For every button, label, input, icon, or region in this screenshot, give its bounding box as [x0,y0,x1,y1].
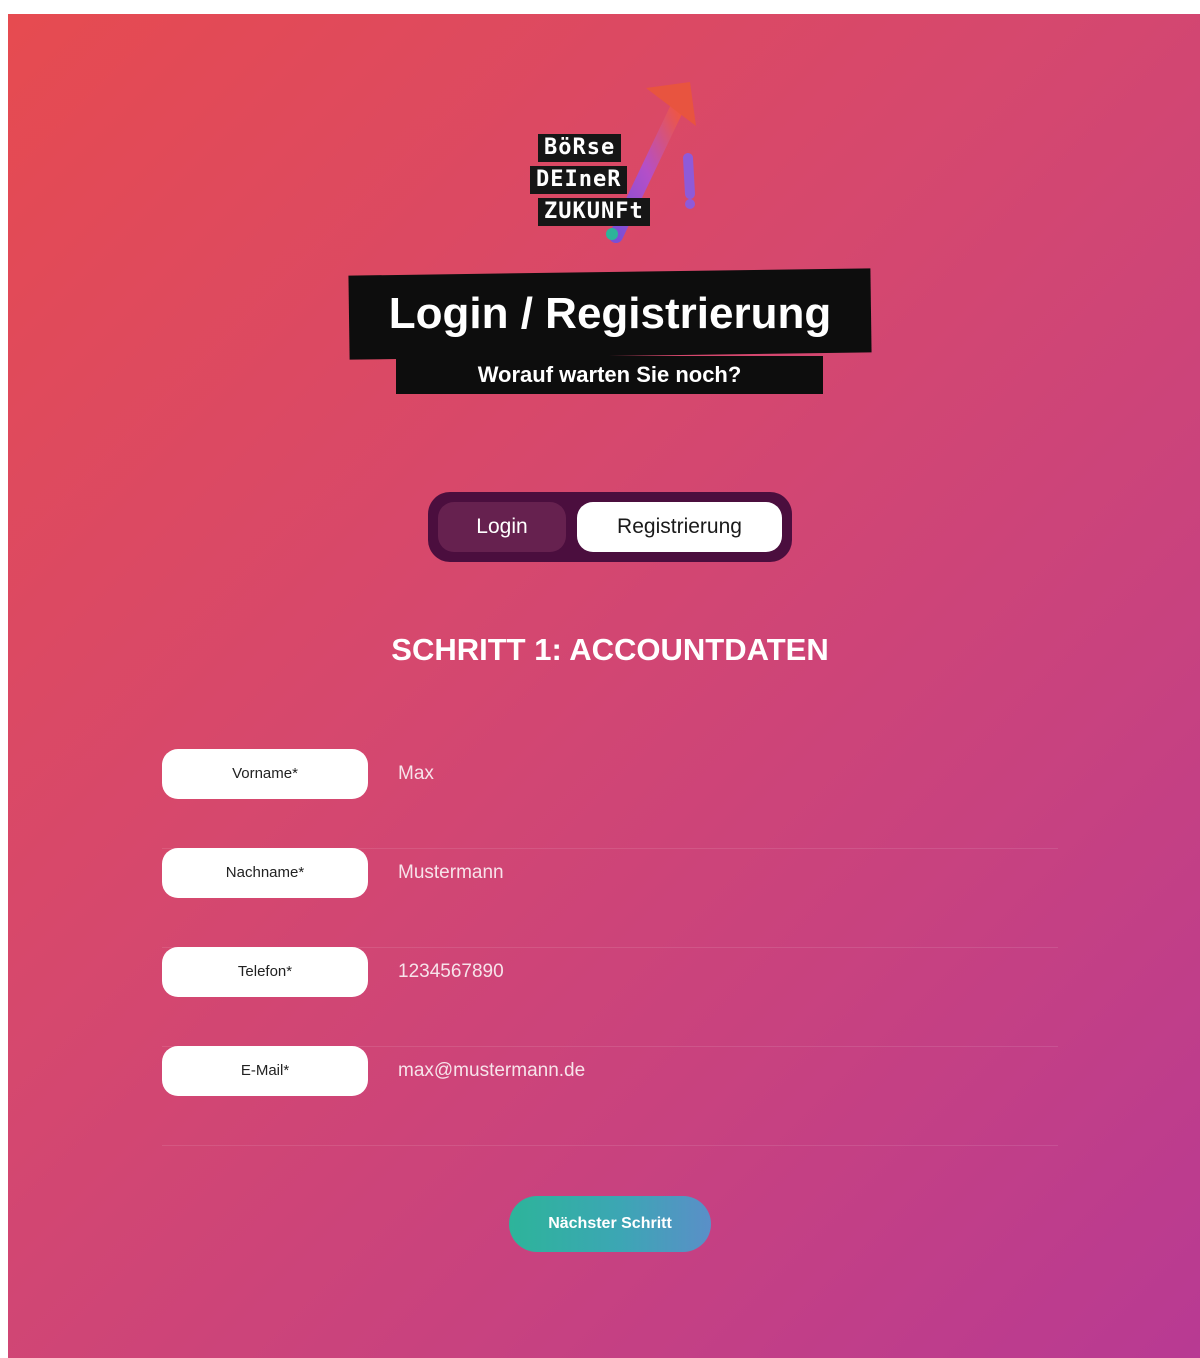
page-subtitle: Worauf warten Sie noch? [477,362,742,387]
vorname-input[interactable] [398,754,1038,794]
logo-word-deiner: DEIneR [530,166,628,194]
step-heading: SCHRITT 1: ACCOUNTDATEN [391,632,829,667]
tab-registrierung[interactable]: Registrierung [577,502,782,552]
page-title: Login / Registrierung [388,289,832,338]
telefon-label: Telefon* [162,947,368,997]
form-row-nachname: Nachname* [162,848,1058,948]
logo-word-zukunft: ZUKUNFt [538,198,650,226]
email-input[interactable] [398,1051,1038,1091]
tab-login[interactable]: Login [438,502,566,552]
logo-word-boerse: BöRse [538,134,622,162]
email-label: E-Mail* [162,1046,368,1096]
form-row-vorname: Vorname* [162,749,1058,849]
vorname-label: Vorname* [162,749,368,799]
page-background: BöRse DEIneR ZUKUNFt Login / Registrieru… [8,14,1200,1358]
nachname-label: Nachname* [162,848,368,898]
form-row-telefon: Telefon* [162,947,1058,1047]
login-register-switch: Login Registrierung [428,492,792,562]
brand-logo: BöRse DEIneR ZUKUNFt [528,76,708,246]
nachname-input[interactable] [398,853,1038,893]
next-step-button[interactable]: Nächster Schritt [509,1196,711,1252]
form-row-email: E-Mail* [162,1046,1058,1146]
telefon-input[interactable] [398,952,1038,992]
